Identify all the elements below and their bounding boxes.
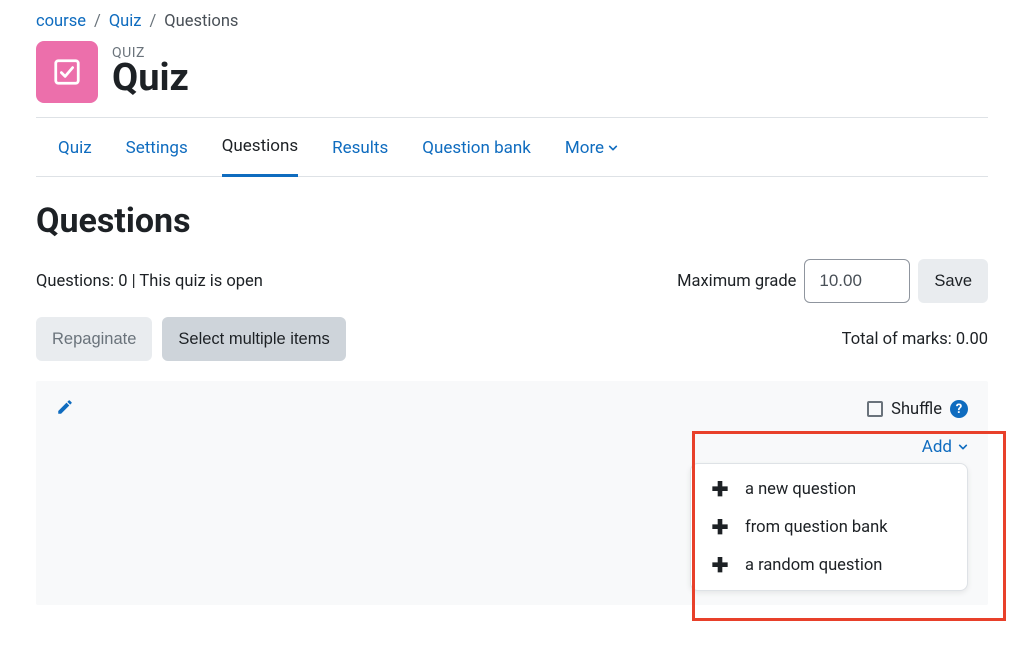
- total-marks-label: Total of marks: 0.00: [842, 330, 988, 349]
- plus-icon: ✚: [711, 479, 729, 499]
- activity-title: Quiz: [112, 59, 189, 99]
- tab-more-label: More: [565, 138, 604, 158]
- menu-item-new-question[interactable]: ✚ a new question: [691, 470, 967, 508]
- page-heading: Questions: [36, 201, 988, 241]
- quiz-status-text: Questions: 0 | This quiz is open: [36, 272, 263, 291]
- max-grade-input[interactable]: [804, 259, 910, 303]
- activity-header: QUIZ Quiz: [36, 41, 988, 117]
- question-section: Shuffle ? Add ✚ a new question ✚ from qu…: [36, 381, 988, 605]
- breadcrumb-current: Questions: [164, 12, 238, 31]
- breadcrumb-separator: /: [94, 12, 101, 31]
- plus-icon: ✚: [711, 517, 729, 537]
- menu-item-random-question[interactable]: ✚ a random question: [691, 546, 967, 584]
- breadcrumb-link-course[interactable]: course: [36, 12, 86, 31]
- menu-item-from-bank[interactable]: ✚ from question bank: [691, 508, 967, 546]
- tab-bar: Quiz Settings Questions Results Question…: [36, 118, 988, 177]
- max-grade-label: Maximum grade: [677, 272, 796, 291]
- shuffle-checkbox[interactable]: [867, 401, 883, 417]
- plus-icon: ✚: [711, 555, 729, 575]
- select-multiple-button[interactable]: Select multiple items: [162, 317, 345, 361]
- add-toggle-label: Add: [922, 437, 952, 457]
- add-question-menu: ✚ a new question ✚ from question bank ✚ …: [690, 463, 968, 591]
- tab-quiz[interactable]: Quiz: [58, 136, 92, 177]
- tab-more[interactable]: More: [565, 136, 618, 177]
- menu-item-label: a new question: [745, 480, 856, 499]
- help-icon[interactable]: ?: [950, 400, 968, 418]
- add-question-toggle[interactable]: Add: [922, 437, 968, 457]
- chevron-down-icon: [958, 442, 968, 452]
- menu-item-label: from question bank: [745, 518, 888, 537]
- breadcrumb-separator: /: [149, 12, 156, 31]
- breadcrumb: course / Quiz / Questions: [36, 10, 988, 41]
- breadcrumb-link-quiz[interactable]: Quiz: [109, 12, 142, 31]
- tab-results[interactable]: Results: [332, 136, 388, 177]
- repaginate-button[interactable]: Repaginate: [36, 317, 152, 361]
- save-button[interactable]: Save: [918, 259, 988, 303]
- tab-settings[interactable]: Settings: [126, 136, 188, 177]
- pencil-icon[interactable]: [56, 398, 74, 420]
- shuffle-label: Shuffle: [891, 400, 942, 419]
- menu-item-label: a random question: [745, 556, 882, 575]
- quiz-activity-icon: [36, 41, 98, 103]
- tab-question-bank[interactable]: Question bank: [422, 136, 531, 177]
- tab-questions[interactable]: Questions: [222, 136, 298, 177]
- chevron-down-icon: [608, 143, 618, 153]
